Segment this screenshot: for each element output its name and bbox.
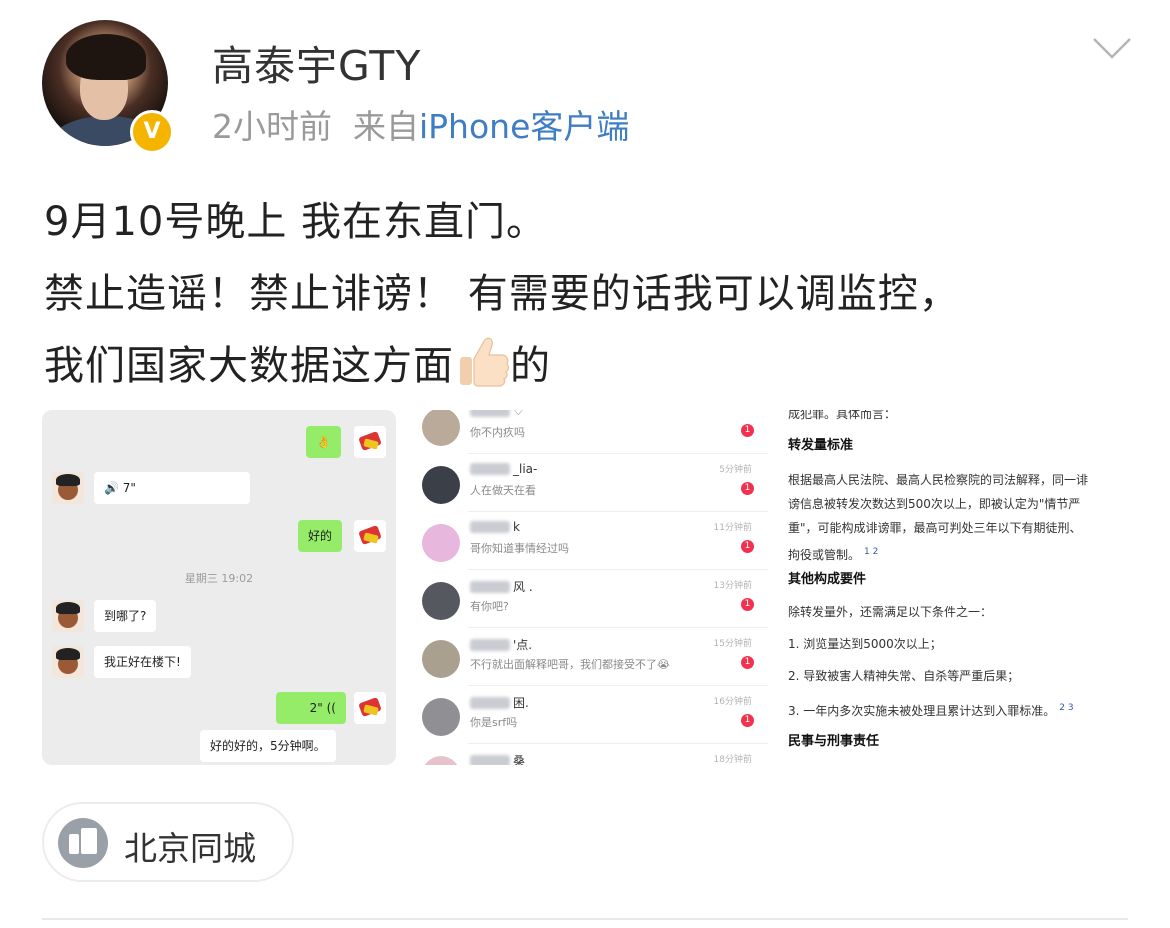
image-legal-text[interactable]: 成犯罪。具体而言： 转发量标准 根据最高人民法院、最高人民检察院的司法解释，同一… (786, 410, 1128, 765)
unread-badge: 1 (741, 656, 754, 669)
list-item: _lia- 人在做天在看 5分钟前 1 (414, 454, 768, 512)
location-label: 北京同城 (124, 829, 256, 868)
sender-name: k (470, 520, 520, 534)
list-item: k 哥你知道事情经过吗 11分钟前 1 (414, 512, 768, 570)
chat-voice-bubble-sent: 2" (( (276, 692, 346, 724)
doc-list-item: 1. 浏览量达到5000次以上； (788, 637, 942, 651)
divider (42, 918, 1128, 920)
chat-voice-bubble: 🔊 7" (94, 472, 250, 504)
post-line: 禁止造谣！禁止诽谤！ 有需要的话我可以调监控， (44, 271, 960, 317)
doc-list-item: 3. 一年内多次实施未被处理且累计达到入罪标准。 2 3 (788, 703, 1074, 718)
avatar (422, 410, 460, 446)
list-item: '点. 不行就出面解释吧哥，我们都接受不了😭 15分钟前 1 (414, 628, 768, 686)
sender-name: 桑 (470, 752, 525, 765)
post-time: 2小时前 (212, 107, 332, 146)
message-preview: 哥你知道事情经过吗 (470, 542, 569, 555)
chat-bubble-sent: 👌 (306, 426, 341, 458)
chat-avatar-self (354, 426, 386, 458)
post-line-text: 的 (510, 343, 551, 389)
message-time: 18分钟前 (713, 755, 752, 765)
chat-avatar-self (354, 692, 386, 724)
image-chat-screenshot[interactable]: 👌 🔊 7" 好的 星期三 19:02 到哪了? 我正好在楼下! 2" (( 好… (42, 410, 396, 765)
message-time: 13分钟前 (713, 581, 752, 591)
avatar (422, 582, 460, 620)
voice-wave-icon: 🔊 (104, 481, 119, 495)
doc-list-item: 2. 导致被害人精神失常、自杀等严重后果； (788, 669, 1020, 683)
doc-heading: 转发量标准 (788, 438, 854, 453)
message-preview: 不行就出面解释吧哥，我们都接受不了😭 (470, 658, 670, 671)
list-item: 桑 18分钟前 (414, 744, 768, 765)
doc-text: 谤信息被转发次数达到500次以上，即被认定为"情节严 (788, 497, 1081, 511)
chat-avatar-friend (52, 600, 84, 632)
message-preview: 你是srf吗 (470, 716, 518, 729)
voice-wave-icon: (( (326, 701, 336, 715)
footnote-refs[interactable]: 1 2 (864, 547, 878, 557)
message-time: 16分钟前 (713, 697, 752, 707)
chat-timestamp: 星期三 19:02 (184, 572, 254, 585)
doc-text: 根据最高人民法院、最高人民检察院的司法解释，同一诽 (788, 473, 1089, 487)
list-item: 风 . 有你吧? 13分钟前 1 (414, 570, 768, 628)
chat-avatar-self (354, 520, 386, 552)
list-item: 困. 你是srf吗 16分钟前 1 (414, 686, 768, 744)
footnote-refs[interactable]: 2 3 (1059, 703, 1073, 713)
avatar (422, 466, 460, 504)
post-line-text: 我们国家大数据这方面 (44, 343, 454, 389)
sender-name: ♡ (470, 410, 524, 418)
doc-text: 成犯罪。具体而言： (788, 410, 897, 421)
image-message-list[interactable]: ♡ 你不内疚吗 1 _lia- 人在做天在看 5分钟前 1 k 哥你知道事情经过… (414, 410, 768, 765)
doc-text: 重"，可能构成诽谤罪，最高可判处三年以下有期徒刑、 (788, 521, 1082, 535)
from-prefix: 来自 (352, 107, 419, 146)
avatar (422, 698, 460, 736)
doc-heading: 民事与刑事责任 (788, 734, 880, 749)
avatar (422, 756, 460, 765)
voice-duration: 2" (309, 701, 323, 715)
sender-name: _lia- (470, 462, 537, 476)
avatar-hair (66, 34, 146, 80)
unread-badge: 1 (741, 598, 754, 611)
message-time: 15分钟前 (713, 639, 752, 649)
post-line: 9月10号晚上 我在东直门。 (44, 199, 548, 245)
chat-bubble-received: 到哪了? (94, 600, 157, 632)
sender-name: '点. (470, 636, 532, 653)
message-preview: 有你吧? (470, 600, 509, 613)
unread-badge: 1 (741, 540, 754, 553)
list-item: ♡ 你不内疚吗 1 (414, 410, 768, 454)
message-time: 11分钟前 (713, 523, 752, 533)
chat-bubble-received: 好的好的，5分钟啊。 (200, 730, 336, 762)
location-tag[interactable]: 北京同城 (42, 802, 294, 882)
building-icon (58, 818, 108, 868)
unread-badge: 1 (741, 424, 754, 437)
chat-bubble-sent: 好的 (298, 520, 343, 552)
sender-name: 困. (470, 694, 529, 711)
thumbs-up-icon (460, 337, 509, 387)
voice-duration: 7" (122, 481, 136, 495)
avatar (422, 640, 460, 678)
doc-heading: 其他构成要件 (788, 572, 867, 587)
post-line: 我们国家大数据这方面 的 (44, 330, 960, 402)
message-time: 5分钟前 (719, 465, 752, 475)
chat-avatar-friend (52, 646, 84, 678)
unread-badge: 1 (741, 714, 754, 727)
message-preview: 你不内疚吗 (470, 426, 525, 439)
avatar (422, 524, 460, 562)
message-preview: 人在做天在看 (470, 484, 536, 497)
post-meta: 2小时前 来自iPhone客户端 (212, 100, 629, 148)
verified-badge-icon: V (130, 110, 174, 154)
source-link[interactable]: iPhone客户端 (419, 107, 629, 146)
doc-text: 除转发量外，还需满足以下条件之一： (788, 605, 993, 619)
chat-bubble-received: 我正好在楼下! (94, 646, 191, 678)
chat-avatar-friend (52, 472, 84, 504)
doc-text: 拘役或管制。 1 2 (788, 547, 879, 562)
sender-name: 风 . (470, 578, 533, 595)
post-text: 9月10号晚上 我在东直门。 禁止造谣！禁止诽谤！ 有需要的话我可以调监控， 我… (44, 186, 960, 402)
chevron-down-icon[interactable] (1092, 36, 1132, 60)
username[interactable]: 高泰宇GTY (212, 32, 421, 92)
unread-badge: 1 (741, 482, 754, 495)
